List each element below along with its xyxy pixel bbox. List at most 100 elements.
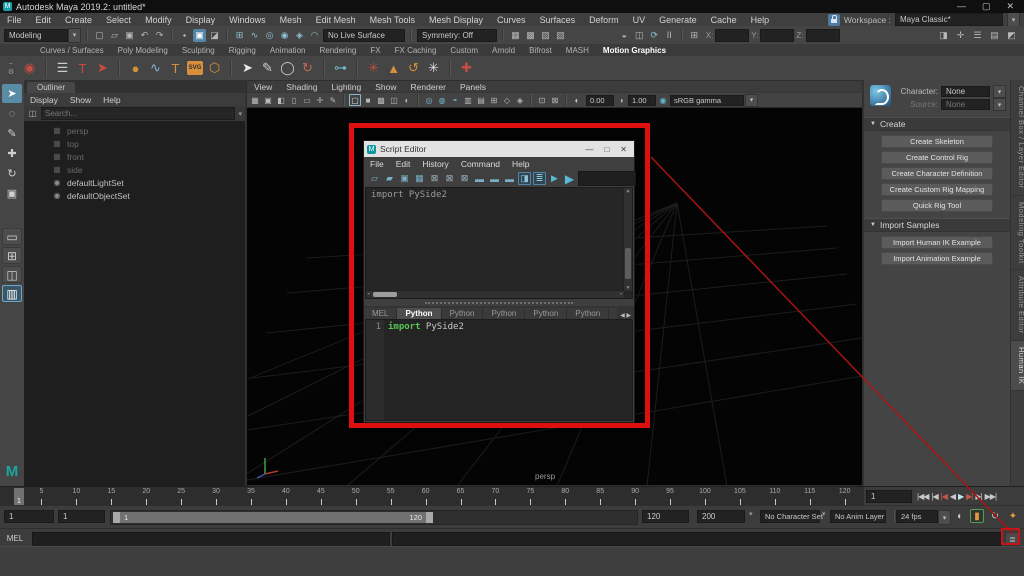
resolution-gate-icon[interactable]: ▥ <box>462 94 474 106</box>
scroll-left-arrow[interactable]: ◂ <box>367 291 370 297</box>
save-to-shelf-icon[interactable]: ▦ <box>413 172 426 185</box>
color-management-icon[interactable]: ◉ <box>657 94 669 106</box>
live-surface-field[interactable]: No Live Surface <box>323 29 405 42</box>
go-to-end-button[interactable]: ▶▶| <box>984 492 997 501</box>
current-frame-field[interactable]: 1 <box>866 490 912 503</box>
line-numbers-icon[interactable]: ▬ <box>503 172 516 185</box>
field-chart-icon[interactable]: ⊞ <box>488 94 500 106</box>
shelf-tab[interactable]: Motion Graphics <box>596 46 673 55</box>
import-samples-header[interactable]: ▼ Import Samples <box>864 218 1010 232</box>
shelf-collapse-icon[interactable]: – <box>9 59 13 68</box>
save-script-icon[interactable]: ▣ <box>398 172 411 185</box>
menu-set-selector[interactable]: Modeling <box>4 29 68 42</box>
script-tab[interactable]: Python <box>442 308 484 319</box>
script-editor-launch-icon[interactable]: ≣ <box>1005 532 1020 546</box>
viewport-menu-item[interactable]: View <box>247 82 279 92</box>
outliner-menu-item[interactable]: Show <box>64 95 97 105</box>
humanik-create-button[interactable]: Create Character Definition <box>881 167 993 180</box>
snap-to-curve-icon[interactable]: ∿ <box>248 29 261 42</box>
snap-to-grid-icon[interactable]: ⊞ <box>233 29 246 42</box>
outliner-search-input[interactable] <box>41 107 235 120</box>
save-scene-icon[interactable]: ▣ <box>123 29 136 42</box>
playback-end-field[interactable] <box>642 510 689 523</box>
layout-two-pane-icon[interactable]: ◫ <box>2 266 22 283</box>
tab-scroll-arrows[interactable]: ◀ ▶ <box>617 312 634 319</box>
shelf-tab[interactable]: MASH <box>559 46 596 55</box>
play-forward-button[interactable]: ▶ <box>957 492 964 501</box>
menu-item[interactable]: Surfaces <box>533 15 583 25</box>
menu-item[interactable]: Create <box>58 15 99 25</box>
animation-start-field[interactable] <box>4 510 54 523</box>
shelf-tab[interactable]: Arnold <box>485 46 522 55</box>
move-tool-icon[interactable]: ✚ <box>2 144 22 163</box>
menu-item[interactable]: File <box>0 15 29 25</box>
character-dropdown-arrow[interactable]: ▾ <box>993 85 1006 98</box>
outliner-item-persp[interactable]: ▦ persp <box>24 124 245 137</box>
outliner-menu-item[interactable]: Help <box>97 95 126 105</box>
outliner-item-defaultobjectset[interactable]: ◉ defaultObjectSet <box>24 189 245 202</box>
type-mesh-icon[interactable]: T <box>167 59 184 77</box>
character-set-arrow[interactable]: ▾ <box>822 510 826 518</box>
script-editor-titlebar[interactable]: M Script Editor — □ ✕ <box>364 141 634 157</box>
scrollbar-thumb[interactable] <box>625 248 631 279</box>
range-end-handle[interactable] <box>426 512 433 523</box>
viewport-menu-item[interactable]: Shading <box>279 82 324 92</box>
menu-item[interactable]: Curves <box>490 15 533 25</box>
isolate-select-icon[interactable]: ◎ <box>423 94 435 106</box>
menu-set-arrow[interactable]: ▾ <box>68 28 81 43</box>
colorspace-selector[interactable]: sRGB gamma <box>670 95 744 106</box>
svg-tool-icon[interactable]: SVG <box>187 61 203 75</box>
viewport-menu-item[interactable]: Show <box>368 82 403 92</box>
shelf-tab[interactable]: Rigging <box>222 46 263 55</box>
mash-curve-icon[interactable]: ↻ <box>299 59 316 77</box>
exposure-icon[interactable]: ◐ <box>571 94 583 106</box>
script-editor-menu-item[interactable]: Command <box>455 159 506 169</box>
outliner-item-defaultlightset[interactable]: ◉ defaultLightSet <box>24 176 245 189</box>
range-options-arrow[interactable]: ▾ <box>749 510 753 518</box>
outliner-item-side[interactable]: ▦ side <box>24 163 245 176</box>
shelf-tab[interactable]: FX Caching <box>388 46 444 55</box>
playblast-comment-icon[interactable]: ◖ <box>952 509 966 523</box>
symmetry-field[interactable]: Symmetry: Off <box>417 29 497 42</box>
script-editor-menu-item[interactable]: History <box>416 159 454 169</box>
pause-icon[interactable]: II <box>663 29 676 42</box>
update-evaluation-icon[interactable]: ↻ <box>988 509 1002 523</box>
script-editor-menu-item[interactable]: Edit <box>390 159 417 169</box>
safe-action-icon[interactable]: ◇ <box>501 94 513 106</box>
menu-item[interactable]: Edit Mesh <box>309 15 363 25</box>
outliner-filter-icon[interactable]: ◫ <box>27 108 38 119</box>
z-input[interactable] <box>806 29 840 42</box>
fps-selector[interactable]: 24 fps <box>896 510 938 523</box>
menu-item[interactable]: Windows <box>222 15 273 25</box>
script-editor-search-input[interactable] <box>578 171 636 186</box>
new-scene-icon[interactable]: ▢ <box>93 29 106 42</box>
gate-mask-icon[interactable]: ▤ <box>475 94 487 106</box>
undo-icon[interactable]: ↶ <box>138 29 151 42</box>
poly-remesh-icon[interactable]: ⬡ <box>206 59 223 77</box>
anim-layer-selector[interactable]: No Anim Layer <box>830 510 886 523</box>
shelf-tab[interactable]: Custom <box>443 46 485 55</box>
shelf-tab[interactable]: Sculpting <box>175 46 222 55</box>
execute-line-icon[interactable]: ▶ <box>548 172 561 185</box>
script-tab[interactable]: Python <box>609 308 617 319</box>
menu-item[interactable]: Display <box>179 15 223 25</box>
source-script-icon[interactable]: ▰ <box>383 172 396 185</box>
frame-all-icon[interactable]: ⊡ <box>536 94 548 106</box>
gamma-icon[interactable]: ◑ <box>615 94 627 106</box>
render-sequence-icon[interactable]: ▧ <box>554 29 567 42</box>
humanik-create-button[interactable]: Create Control Rig <box>881 151 993 164</box>
show-input-pane-icon[interactable]: ≣ <box>533 172 546 185</box>
playback-start-field[interactable] <box>58 510 105 523</box>
script-input-pane[interactable]: 1 import PySide2 <box>365 319 633 421</box>
menu-item[interactable]: Edit <box>29 15 59 25</box>
history-horizontal-scrollbar[interactable]: ◂ ▸ <box>366 290 624 298</box>
type-tool-icon[interactable]: T <box>74 59 91 77</box>
script-tab[interactable]: Python <box>567 308 609 319</box>
open-scene-icon[interactable]: ▱ <box>108 29 121 42</box>
menu-item[interactable]: Help <box>744 15 777 25</box>
humanik-import-button[interactable]: Import Human IK Example <box>881 236 993 249</box>
show-humanik-icon[interactable]: ✛ <box>954 29 967 42</box>
shelf-tab[interactable]: Rendering <box>312 46 363 55</box>
ipr-render-icon[interactable]: ▩ <box>524 29 537 42</box>
fps-dropdown-arrow[interactable]: ▾ <box>938 510 951 525</box>
